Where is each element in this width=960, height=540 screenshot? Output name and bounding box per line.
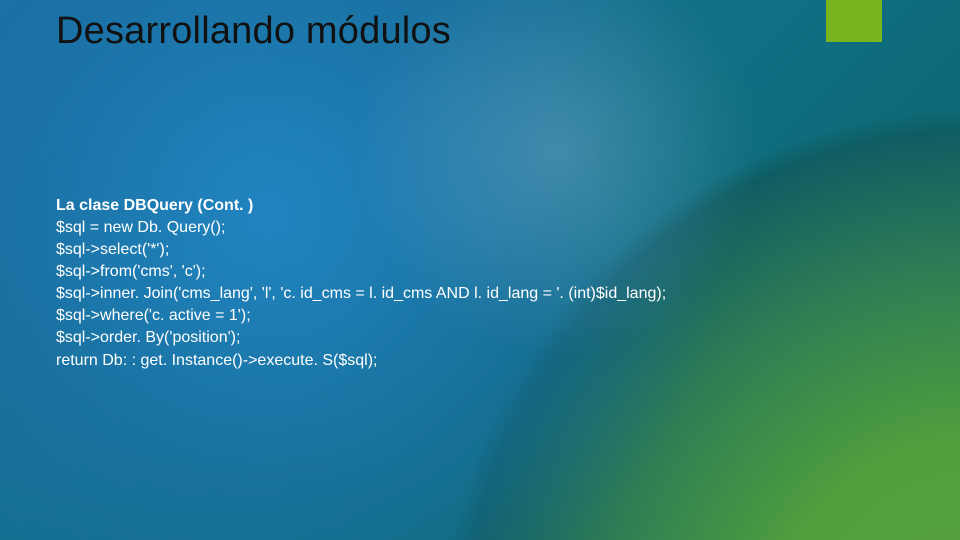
code-line: $sql->order. By('position'); [56, 327, 920, 349]
code-line: $sql->where('c. active = 1'); [56, 305, 920, 327]
section-heading: La clase DBQuery (Cont. ) [56, 195, 920, 217]
accent-tab [826, 0, 882, 42]
slide-body: La clase DBQuery (Cont. ) $sql = new Db.… [56, 195, 920, 372]
code-line: $sql->inner. Join('cms_lang', 'l', 'c. i… [56, 283, 920, 305]
code-line: $sql->from('cms', 'c'); [56, 261, 920, 283]
slide-title: Desarrollando módulos [56, 10, 451, 53]
code-line: $sql = new Db. Query(); [56, 217, 920, 239]
code-line: $sql->select('*'); [56, 239, 920, 261]
slide: Desarrollando módulos La clase DBQuery (… [0, 0, 960, 540]
code-line: return Db: : get. Instance()->execute. S… [56, 350, 920, 372]
